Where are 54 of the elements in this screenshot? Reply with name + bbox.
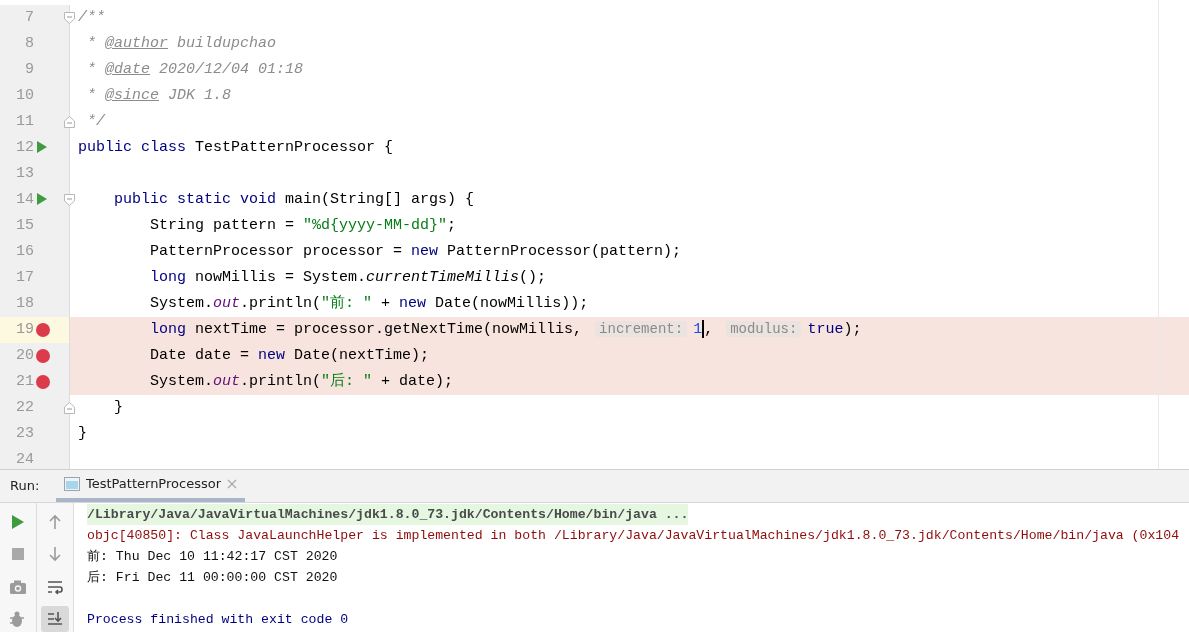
line-number: 22	[15, 397, 34, 418]
fold-icon[interactable]	[64, 194, 75, 206]
code-line: PatternProcessor processor = new PatternProcessor(pattern);	[149, 241, 682, 262]
scroll-to-end-icon	[46, 609, 64, 628]
console-output: 后: Fri Dec 11 00:00:00 CST 2020	[87, 569, 338, 587]
code-line: }	[113, 397, 123, 418]
console-icon	[64, 477, 80, 491]
line-number: 8	[24, 33, 34, 54]
fold-icon[interactable]	[64, 402, 75, 414]
code-line: * @date 2020/12/04 01:18	[86, 59, 304, 80]
line-number: 16	[15, 241, 34, 262]
line-number: 17	[15, 267, 34, 288]
fold-icon[interactable]	[64, 116, 75, 128]
bug-icon[interactable]	[9, 609, 27, 628]
close-icon[interactable]	[227, 479, 237, 489]
code-line: Date date = new Date(nextTime);	[149, 345, 430, 366]
line-number: 12	[15, 137, 34, 158]
line-number: 13	[15, 163, 34, 184]
line-number: 18	[15, 293, 34, 314]
line-number: 20	[15, 345, 34, 366]
line-number: 24	[15, 449, 34, 469]
code-line: public class TestPatternProcessor {	[78, 137, 394, 158]
code-line: String pattern = "%d{yyyy-MM-dd}";	[149, 215, 457, 236]
breakpoint-icon[interactable]	[36, 349, 50, 363]
code-line: }	[78, 423, 87, 444]
code-line: * @author buildupchao	[86, 33, 277, 54]
code-line: long nextTime = processor.getNextTime(nowMillis, increment: 1, modulus: true);	[149, 318, 862, 340]
code-line: * @since JDK 1.8	[86, 85, 232, 106]
code-line: */	[86, 111, 105, 132]
breakpoint-icon[interactable]	[36, 375, 50, 389]
code-line: /**	[78, 7, 105, 28]
code-line: long nowMillis = System.currentTimeMillis();	[149, 267, 547, 288]
run-icon[interactable]	[36, 140, 48, 154]
run-icon[interactable]	[36, 192, 48, 206]
scroll-to-end-button[interactable]	[41, 605, 69, 632]
panel-label: Run:	[9, 477, 41, 496]
line-number: 19	[15, 319, 34, 340]
error-message: objc[40850]: Class JavaLaunchHelper is implemented in both /Library/Java/JavaVirtualMachines/jdk1.8.0_73.jdk/Contents/Home/bin/java (0x104	[87, 527, 1180, 545]
line-number: 21	[15, 371, 34, 392]
exit-message: Process finished with exit code 0	[87, 611, 349, 629]
code-line: public static void main(String[] args) {	[113, 189, 475, 210]
console-output: 前: Thu Dec 10 11:42:17 CST 2020	[87, 548, 338, 566]
line-number: 7	[24, 7, 34, 28]
code-line: System.out.println("后: " + date);	[149, 371, 454, 392]
line-number: 9	[24, 59, 34, 80]
line-number: 11	[15, 111, 34, 132]
code-line: System.out.println("前: " + new Date(nowMillis));	[149, 293, 589, 314]
fold-icon[interactable]	[64, 12, 75, 24]
line-number: 10	[15, 85, 34, 106]
line-number: 15	[15, 215, 34, 236]
line-number: 23	[15, 423, 34, 444]
down-arrow-icon[interactable]	[46, 545, 64, 564]
line-number: 14	[15, 189, 34, 210]
breakpoint-icon[interactable]	[36, 323, 50, 337]
